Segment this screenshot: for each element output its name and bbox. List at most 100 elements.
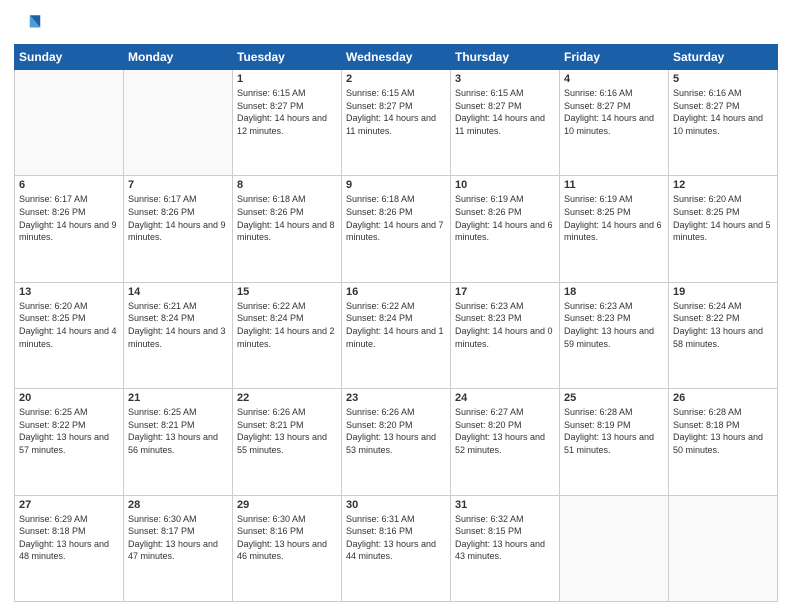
day-info: Sunrise: 6:20 AMSunset: 8:25 PMDaylight:… [19, 300, 119, 350]
weekday-header-row: SundayMondayTuesdayWednesdayThursdayFrid… [15, 45, 778, 70]
calendar-cell: 20 Sunrise: 6:25 AMSunset: 8:22 PMDayligh… [15, 389, 124, 495]
day-number: 13 [19, 286, 119, 298]
logo [14, 10, 46, 38]
calendar-cell: 23 Sunrise: 6:26 AMSunset: 8:20 PMDayligh… [342, 389, 451, 495]
day-info: Sunrise: 6:28 AMSunset: 8:18 PMDaylight:… [673, 406, 773, 456]
day-number: 21 [128, 392, 228, 404]
calendar-cell: 1Sunrise: 6:15 AMSunset: 8:27 PMDaylight… [233, 70, 342, 176]
calendar-cell: 12 Sunrise: 6:20 AMSunset: 8:25 PMDayligh… [669, 176, 778, 282]
day-info: Sunrise: 6:20 AMSunset: 8:25 PMDaylight:… [673, 193, 773, 243]
day-info: Sunrise: 6:25 AMSunset: 8:21 PMDaylight:… [128, 406, 228, 456]
logo-icon [14, 10, 42, 38]
day-number: 8 [237, 179, 337, 191]
day-info: Sunrise: 6:30 AMSunset: 8:16 PMDaylight:… [237, 513, 337, 563]
day-number: 1 [237, 73, 337, 85]
calendar-cell: 19Sunrise: 6:24 AMSunset: 8:22 PMDayligh… [669, 282, 778, 388]
day-info: Sunrise: 6:17 AMSunset: 8:26 PMDaylight:… [19, 193, 119, 243]
weekday-header-friday: Friday [560, 45, 669, 70]
calendar-cell: 2 Sunrise: 6:15 AMSunset: 8:27 PMDaylight… [342, 70, 451, 176]
day-number: 17 [455, 286, 555, 298]
day-info: Sunrise: 6:28 AMSunset: 8:19 PMDaylight:… [564, 406, 664, 456]
page-container: SundayMondayTuesdayWednesdayThursdayFrid… [0, 0, 792, 612]
day-number: 12 [673, 179, 773, 191]
calendar-week-5: 27 Sunrise: 6:29 AMSunset: 8:18 PMDayligh… [15, 495, 778, 601]
day-number: 5 [673, 73, 773, 85]
calendar-week-4: 20 Sunrise: 6:25 AMSunset: 8:22 PMDayligh… [15, 389, 778, 495]
calendar-week-2: 6Sunrise: 6:17 AMSunset: 8:26 PMDaylight… [15, 176, 778, 282]
calendar-cell: 11 Sunrise: 6:19 AMSunset: 8:25 PMDayligh… [560, 176, 669, 282]
calendar-cell [15, 70, 124, 176]
day-info: Sunrise: 6:25 AMSunset: 8:22 PMDaylight:… [19, 406, 119, 456]
calendar-cell [669, 495, 778, 601]
header [14, 10, 778, 38]
day-info: Sunrise: 6:23 AMSunset: 8:23 PMDaylight:… [564, 300, 664, 350]
calendar-cell: 6Sunrise: 6:17 AMSunset: 8:26 PMDaylight… [15, 176, 124, 282]
day-info: Sunrise: 6:23 AMSunset: 8:23 PMDaylight:… [455, 300, 555, 350]
day-number: 22 [237, 392, 337, 404]
weekday-header-thursday: Thursday [451, 45, 560, 70]
calendar-cell: 18 Sunrise: 6:23 AMSunset: 8:23 PMDayligh… [560, 282, 669, 388]
day-number: 30 [346, 499, 446, 511]
calendar-cell: 5 Sunrise: 6:16 AMSunset: 8:27 PMDaylight… [669, 70, 778, 176]
calendar-cell: 8 Sunrise: 6:18 AMSunset: 8:26 PMDaylight… [233, 176, 342, 282]
day-number: 31 [455, 499, 555, 511]
calendar-cell: 14Sunrise: 6:21 AMSunset: 8:24 PMDayligh… [124, 282, 233, 388]
day-info: Sunrise: 6:19 AMSunset: 8:25 PMDaylight:… [564, 193, 664, 243]
calendar-week-3: 13 Sunrise: 6:20 AMSunset: 8:25 PMDayligh… [15, 282, 778, 388]
day-info: Sunrise: 6:29 AMSunset: 8:18 PMDaylight:… [19, 513, 119, 563]
day-info: Sunrise: 6:31 AMSunset: 8:16 PMDaylight:… [346, 513, 446, 563]
calendar-cell: 22 Sunrise: 6:26 AMSunset: 8:21 PMDayligh… [233, 389, 342, 495]
day-info: Sunrise: 6:16 AMSunset: 8:27 PMDaylight:… [564, 87, 664, 137]
calendar-cell: 15 Sunrise: 6:22 AMSunset: 8:24 PMDayligh… [233, 282, 342, 388]
day-number: 16 [346, 286, 446, 298]
day-info: Sunrise: 6:30 AMSunset: 8:17 PMDaylight:… [128, 513, 228, 563]
day-info: Sunrise: 6:32 AMSunset: 8:15 PMDaylight:… [455, 513, 555, 563]
day-info: Sunrise: 6:19 AMSunset: 8:26 PMDaylight:… [455, 193, 555, 243]
day-number: 20 [19, 392, 119, 404]
day-number: 10 [455, 179, 555, 191]
day-number: 27 [19, 499, 119, 511]
day-number: 4 [564, 73, 664, 85]
calendar-cell: 13 Sunrise: 6:20 AMSunset: 8:25 PMDayligh… [15, 282, 124, 388]
day-info: Sunrise: 6:26 AMSunset: 8:20 PMDaylight:… [346, 406, 446, 456]
calendar-cell: 29 Sunrise: 6:30 AMSunset: 8:16 PMDayligh… [233, 495, 342, 601]
day-info: Sunrise: 6:18 AMSunset: 8:26 PMDaylight:… [237, 193, 337, 243]
day-info: Sunrise: 6:22 AMSunset: 8:24 PMDaylight:… [237, 300, 337, 350]
calendar-cell: 9 Sunrise: 6:18 AMSunset: 8:26 PMDaylight… [342, 176, 451, 282]
weekday-header-tuesday: Tuesday [233, 45, 342, 70]
day-number: 2 [346, 73, 446, 85]
day-number: 11 [564, 179, 664, 191]
calendar-week-1: 1 Sunrise: 6:15 AMSunset: 8:27 PMDaylight… [15, 70, 778, 176]
day-info: Sunrise: 6:27 AMSunset: 8:20 PMDaylight:… [455, 406, 555, 456]
calendar-cell: 28 Sunrise: 6:30 AMSunset: 8:17 PMDayligh… [124, 495, 233, 601]
day-info: Sunrise: 6:15 AMSunset: 8:27 PMDaylight:… [346, 87, 446, 137]
day-number: 23 [346, 392, 446, 404]
day-info: Sunrise: 6:15 AMSunset: 8:27 PMDaylight:… [455, 87, 555, 137]
day-info: Sunrise: 6:17 AMSunset: 8:26 PMDaylight:… [128, 193, 228, 243]
calendar-cell: 10 Sunrise: 6:19 AMSunset: 8:26 PMDayligh… [451, 176, 560, 282]
day-info: Sunrise: 6:18 AMSunset: 8:26 PMDaylight:… [346, 193, 446, 243]
day-number: 28 [128, 499, 228, 511]
weekday-header-saturday: Saturday [669, 45, 778, 70]
day-number: 15 [237, 286, 337, 298]
day-number: 18 [564, 286, 664, 298]
day-number: 3 [455, 73, 555, 85]
day-number: 29 [237, 499, 337, 511]
calendar-cell: 7 Sunrise: 6:17 AMSunset: 8:26 PMDaylight… [124, 176, 233, 282]
day-number: 26 [673, 392, 773, 404]
calendar-cell: 17 Sunrise: 6:23 AMSunset: 8:23 PMDayligh… [451, 282, 560, 388]
calendar-cell: 30 Sunrise: 6:31 AMSunset: 8:16 PMDayligh… [342, 495, 451, 601]
calendar-cell: 31 Sunrise: 6:32 AMSunset: 8:15 PMDayligh… [451, 495, 560, 601]
weekday-header-sunday: Sunday [15, 45, 124, 70]
calendar-cell: 27 Sunrise: 6:29 AMSunset: 8:18 PMDayligh… [15, 495, 124, 601]
day-info: Sunrise: 6:22 AMSunset: 8:24 PMDaylight:… [346, 300, 446, 350]
weekday-header-monday: Monday [124, 45, 233, 70]
day-number: 25 [564, 392, 664, 404]
calendar-cell: 21 Sunrise: 6:25 AMSunset: 8:21 PMDayligh… [124, 389, 233, 495]
day-info: Sunrise: 6:26 AMSunset: 8:21 PMDaylight:… [237, 406, 337, 456]
day-info: Sunrise: 6:16 AMSunset: 8:27 PMDaylight:… [673, 87, 773, 137]
calendar-table: SundayMondayTuesdayWednesdayThursdayFrid… [14, 44, 778, 602]
calendar-cell: 26 Sunrise: 6:28 AMSunset: 8:18 PMDayligh… [669, 389, 778, 495]
day-number: 9 [346, 179, 446, 191]
day-number: 7 [128, 179, 228, 191]
